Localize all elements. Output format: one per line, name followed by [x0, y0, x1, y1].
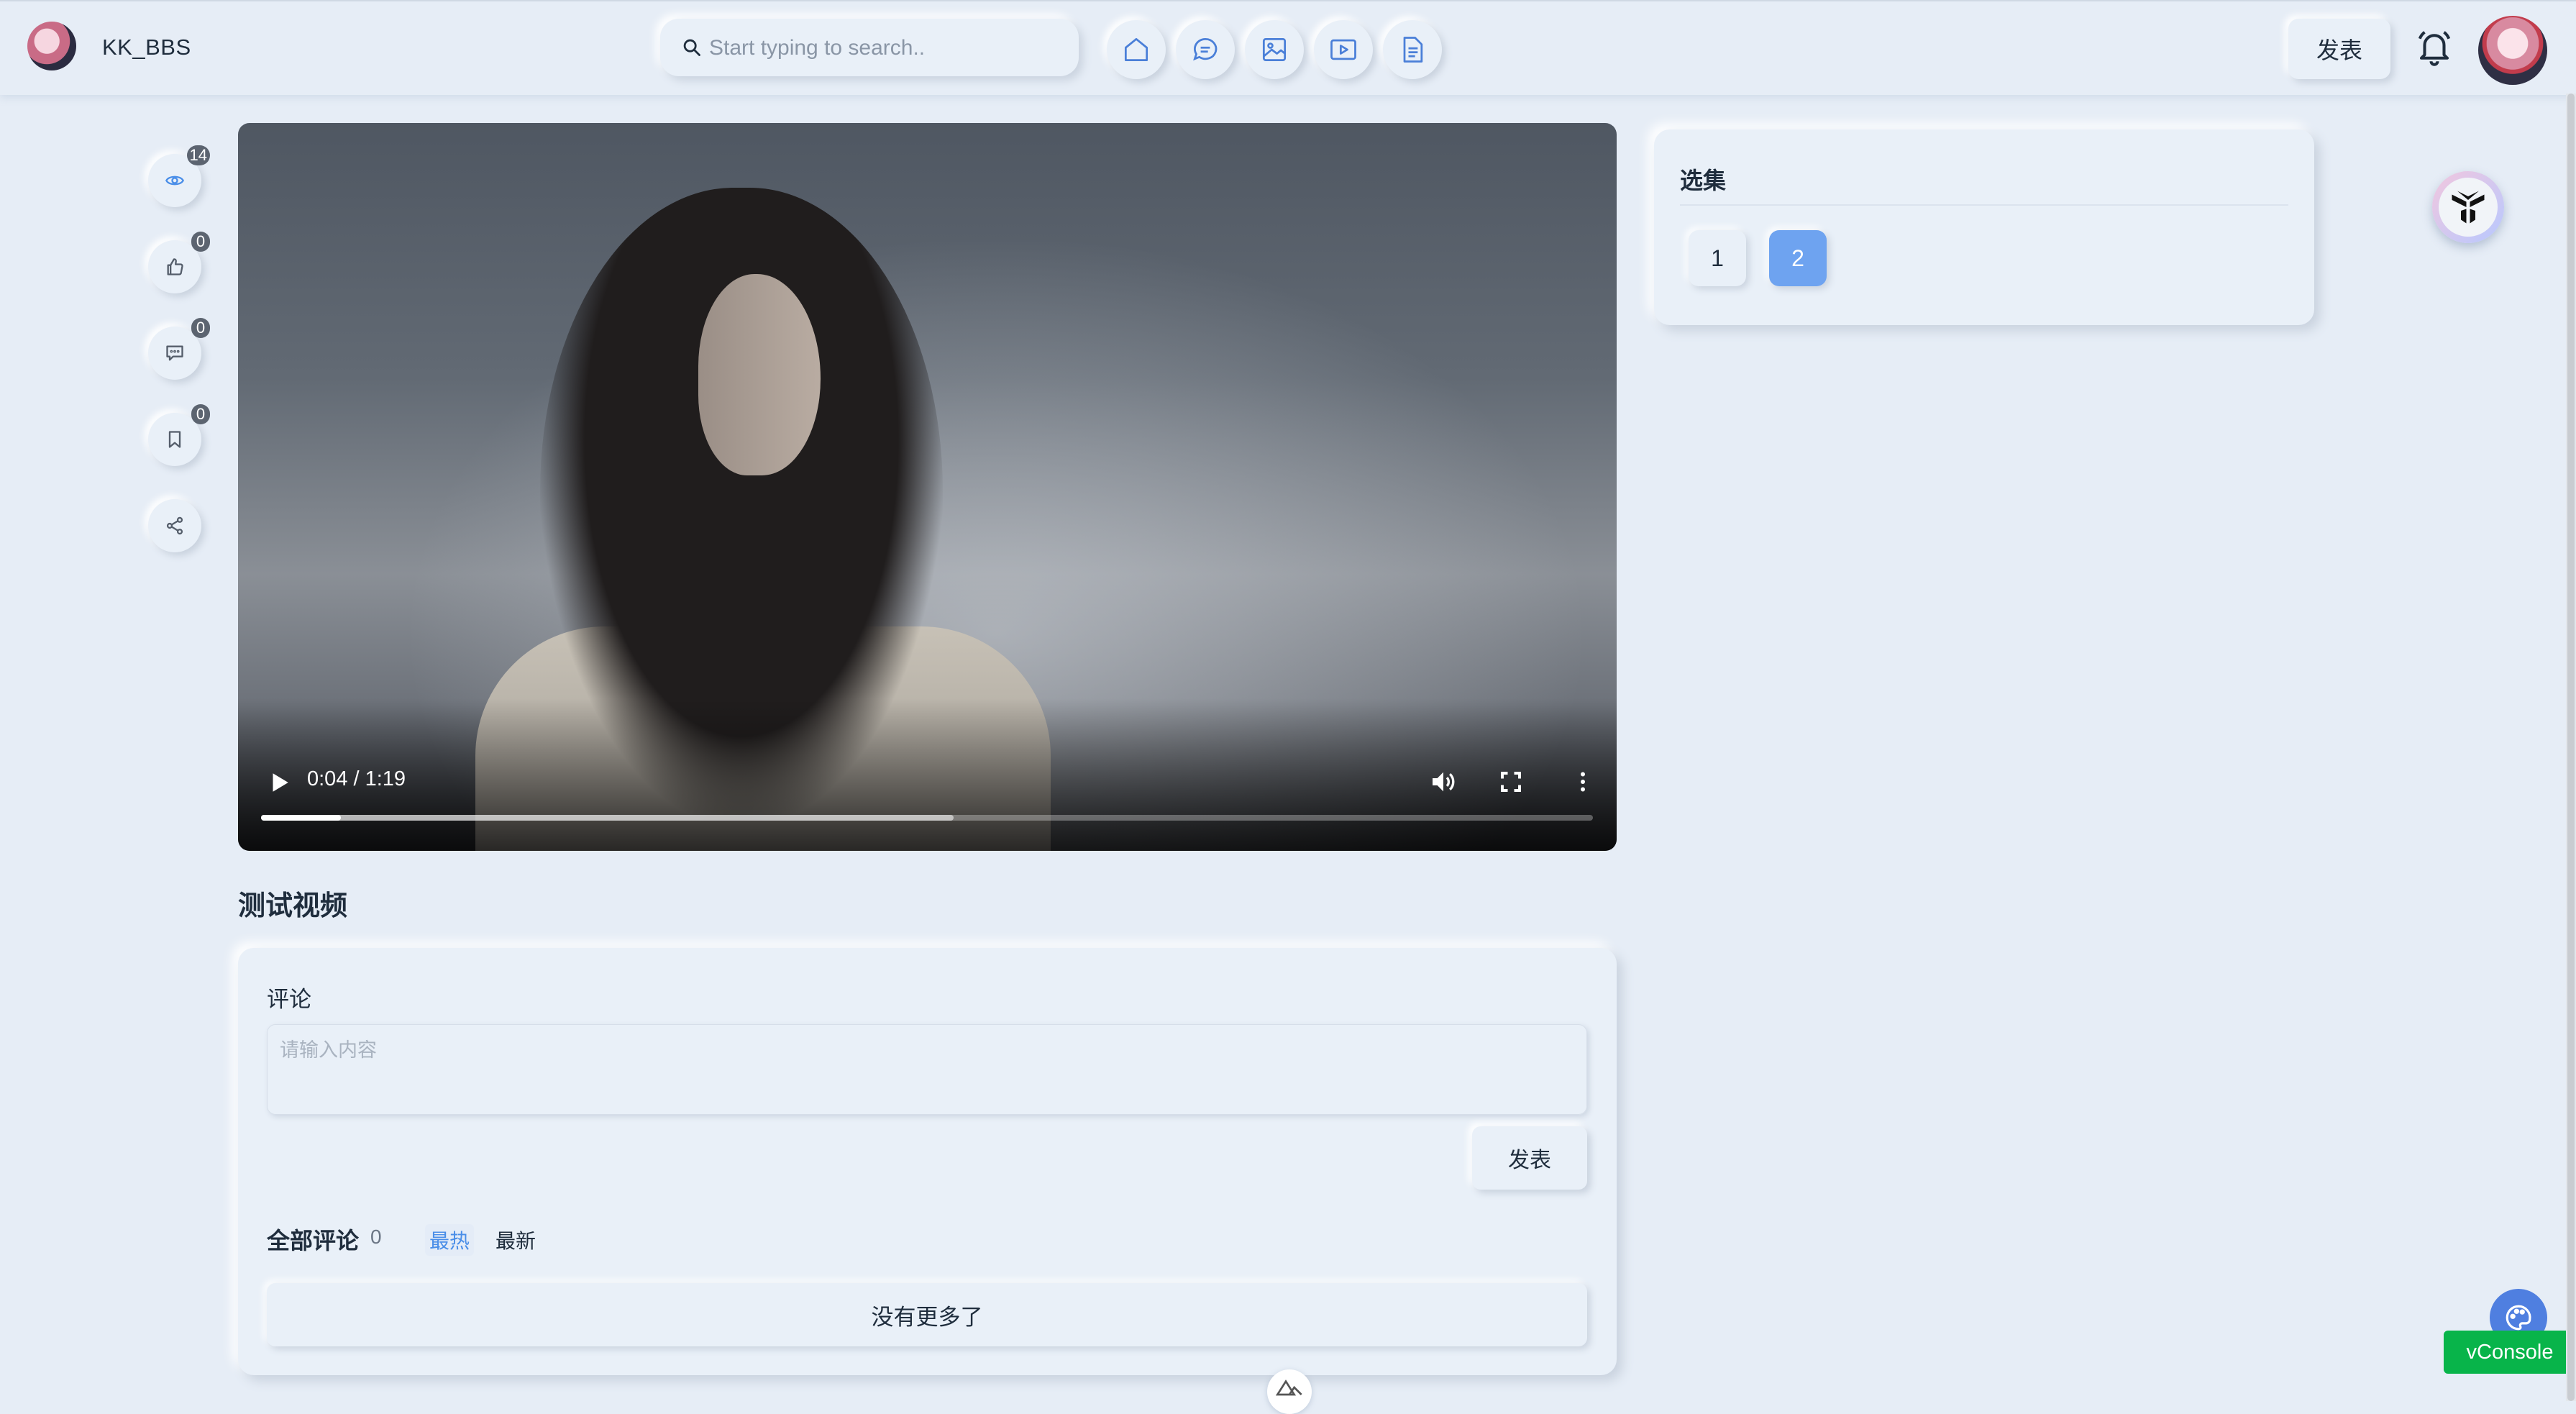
search-box[interactable] — [660, 19, 1079, 76]
likes-count: 0 — [191, 232, 210, 252]
video-buffer-fill — [261, 815, 954, 821]
comment-card: 评论 发表 全部评论 0 最热 最新 没有更多了 — [238, 948, 1617, 1375]
nav-home-button[interactable] — [1107, 20, 1166, 79]
home-icon — [1124, 37, 1148, 62]
episode-button-2[interactable]: 2 — [1769, 230, 1827, 286]
mountain-icon — [1275, 1379, 1302, 1396]
comment-label: 评论 — [267, 987, 311, 1012]
thumbs-up-icon — [167, 258, 183, 275]
video-icon — [1330, 39, 1356, 60]
video-time: 0:04 / 1:19 — [307, 767, 406, 790]
episode-divider — [1680, 204, 2288, 206]
scroll-top-button[interactable] — [1267, 1369, 1312, 1414]
site-logo-avatar[interactable] — [27, 22, 76, 70]
play-icon[interactable] — [267, 770, 291, 795]
comment-input-wrapper — [267, 1024, 1587, 1115]
comment-button[interactable]: 0 — [148, 318, 210, 380]
video-controls-shade — [238, 698, 1617, 851]
comments-count: 0 — [191, 318, 210, 338]
all-comments-count: 0 — [370, 1226, 382, 1248]
nav-video-button[interactable] — [1314, 20, 1373, 79]
video-progress-bar[interactable] — [261, 815, 1593, 821]
sort-new-tab[interactable]: 最新 — [491, 1224, 540, 1256]
video-player[interactable]: 0:04 / 1:19 — [238, 123, 1617, 851]
post-button[interactable]: 发表 — [2288, 19, 2390, 79]
views-count: 14 — [186, 145, 210, 165]
eye-icon — [165, 175, 184, 186]
brand-logo-icon — [2452, 191, 2485, 224]
page-scrollbar-thumb[interactable] — [2567, 93, 2575, 1401]
bell-icon[interactable] — [2415, 27, 2454, 66]
chat-icon — [1193, 37, 1218, 61]
top-header: KK_BBS 发表 — [0, 0, 2576, 95]
palette-icon — [2506, 1305, 2531, 1331]
all-comments-label: 全部评论 — [267, 1228, 360, 1254]
video-title: 测试视频 — [238, 891, 348, 921]
vconsole-button[interactable]: vConsole — [2444, 1331, 2576, 1374]
document-icon — [1403, 37, 1423, 63]
site-name[interactable]: KK_BBS — [102, 35, 191, 60]
submit-comment-button[interactable]: 发表 — [1472, 1126, 1587, 1190]
nav-document-button[interactable] — [1383, 20, 1442, 79]
volume-icon[interactable] — [1429, 767, 1458, 796]
search-icon — [683, 39, 700, 56]
sort-hot-tab[interactable]: 最热 — [425, 1224, 475, 1256]
episode-button-1[interactable]: 1 — [1689, 230, 1746, 286]
video-played-fill — [261, 815, 342, 821]
more-options-icon[interactable] — [1570, 767, 1596, 796]
comment-icon — [166, 345, 183, 361]
fullscreen-icon[interactable] — [1498, 769, 1524, 795]
bookmark-icon — [168, 431, 181, 448]
image-icon — [1262, 37, 1287, 62]
share-button[interactable] — [148, 499, 201, 552]
nav-image-button[interactable] — [1245, 20, 1304, 79]
comment-input[interactable] — [267, 1024, 1587, 1115]
user-avatar[interactable] — [2478, 16, 2547, 85]
share-icon — [166, 516, 183, 535]
bookmark-button[interactable]: 0 — [148, 404, 210, 466]
nav-chat-button[interactable] — [1176, 20, 1235, 79]
like-button[interactable]: 0 — [148, 232, 210, 293]
views-button[interactable]: 14 — [148, 145, 210, 207]
no-more-comments: 没有更多了 — [267, 1283, 1587, 1346]
episode-card: 选集 1 2 — [1654, 129, 2314, 325]
search-input[interactable] — [708, 30, 1056, 66]
bookmarks-count: 0 — [191, 404, 210, 424]
episode-title: 选集 — [1680, 168, 1727, 193]
floating-app-button[interactable] — [2432, 171, 2504, 243]
